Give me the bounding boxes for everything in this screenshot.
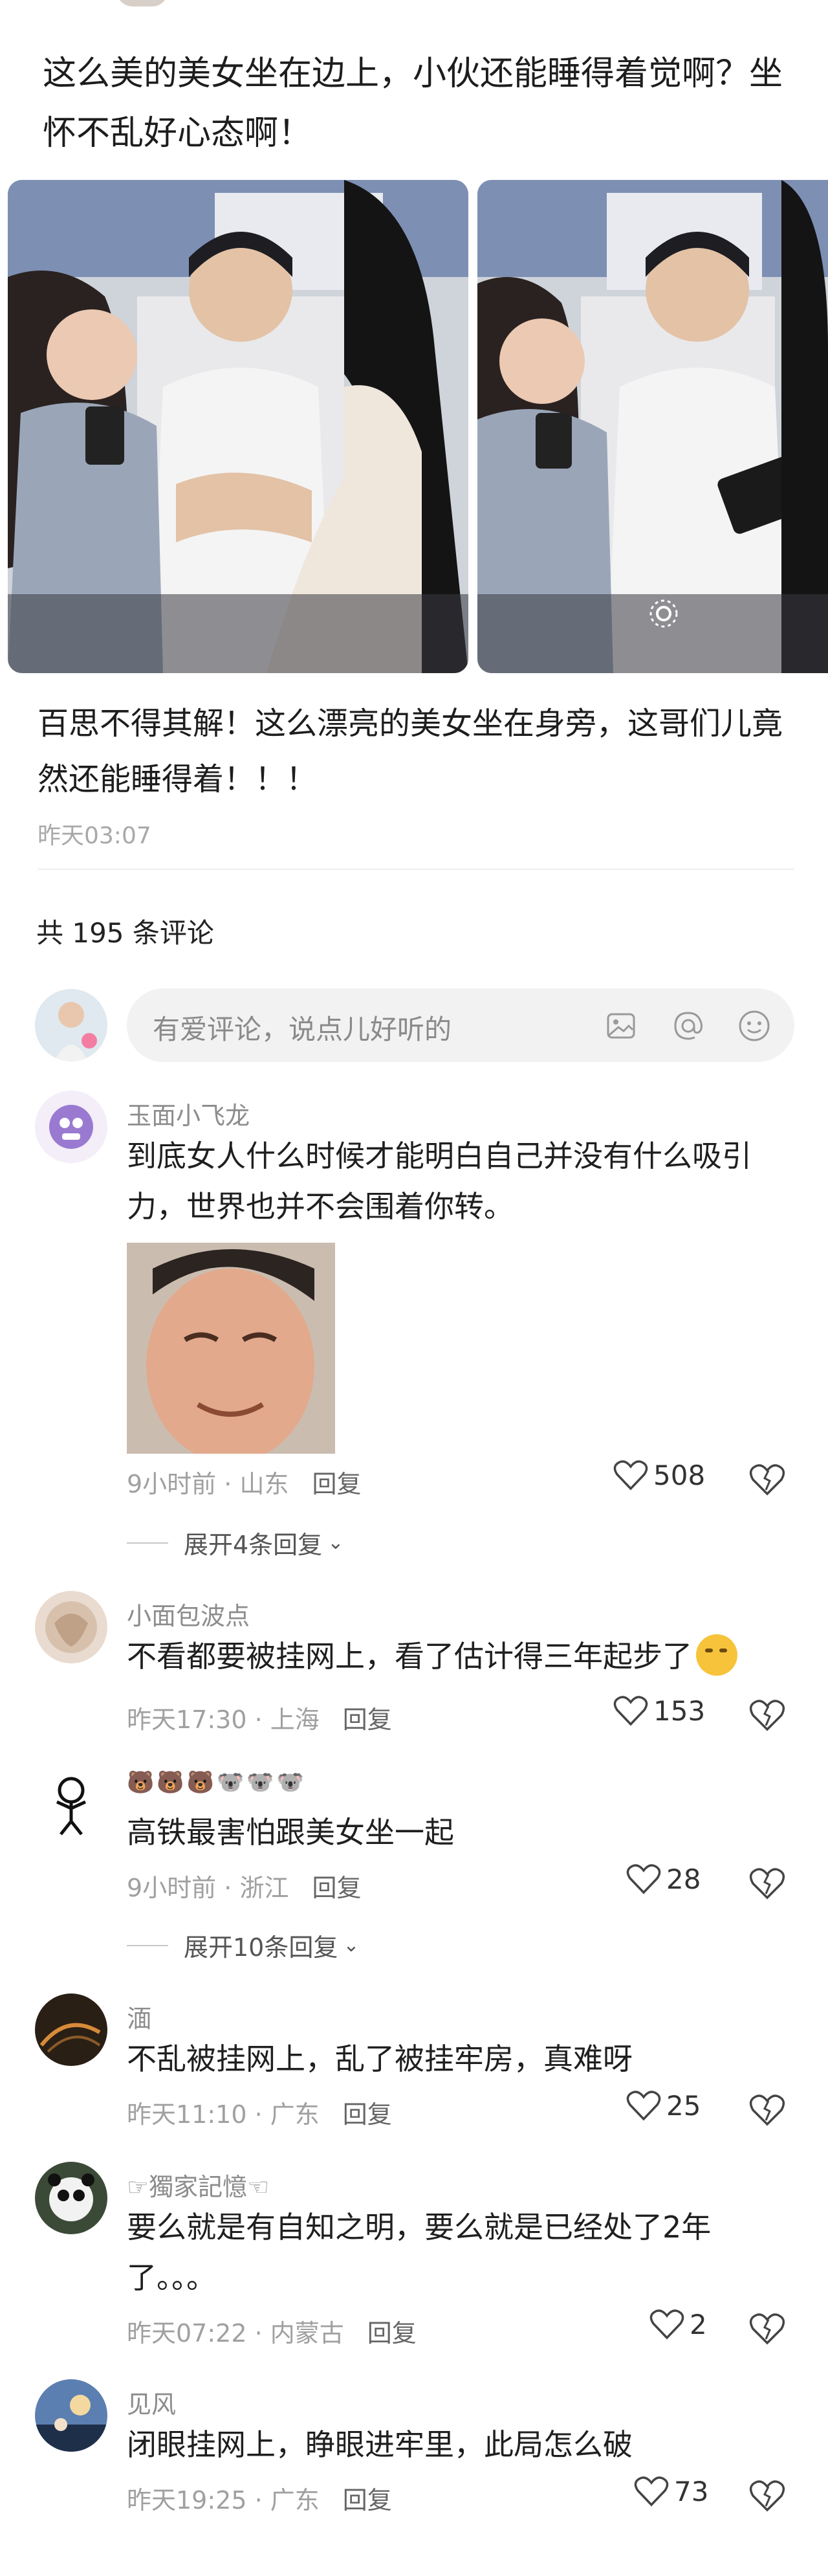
expand-replies[interactable]: 展开10条回复 ⌄ bbox=[127, 1927, 360, 1963]
commenter-avatar[interactable] bbox=[35, 2162, 107, 2234]
current-user-avatar[interactable] bbox=[35, 989, 107, 1061]
heart-icon bbox=[613, 1696, 648, 1726]
comment-location: 内蒙古 bbox=[270, 2319, 344, 2348]
comment-time: 昨天17:30 bbox=[127, 1705, 247, 1734]
divider bbox=[38, 869, 794, 870]
chevron-down-icon: ⌄ bbox=[343, 1934, 360, 1957]
like-button[interactable]: 73 bbox=[634, 2475, 708, 2507]
comment-meta: 9小时前 · 山东 回复 bbox=[127, 1470, 362, 1498]
comment-location: 上海 bbox=[270, 1705, 320, 1734]
commenter-name[interactable]: 见风 bbox=[127, 2384, 176, 2420]
comment-meta: 昨天11:10 · 广东 回复 bbox=[127, 2100, 392, 2129]
commenter-name[interactable]: 湎 bbox=[127, 1999, 151, 2034]
post-title: 这么美的美女坐在边上，小伙还能睡得着觉啊？坐怀不乱好心态啊！ bbox=[43, 54, 783, 153]
dislike-icon[interactable] bbox=[749, 2478, 785, 2514]
commenter-avatar[interactable] bbox=[35, 2379, 107, 2452]
comment-meta: 昨天19:25 · 广东 回复 bbox=[127, 2486, 392, 2515]
like-button[interactable]: 28 bbox=[626, 1863, 701, 1895]
comment-location: 浙江 bbox=[239, 1874, 289, 1902]
commenter-avatar[interactable] bbox=[35, 1591, 107, 1663]
comment-time: 9小时前 bbox=[127, 1874, 217, 1902]
comment-meta: 昨天07:22 · 内蒙古 回复 bbox=[127, 2319, 417, 2348]
comment-time: 昨天07:22 bbox=[127, 2319, 247, 2348]
comment-time: 昨天19:25 bbox=[127, 2486, 247, 2515]
comment-text: 要么就是有自知之明，要么就是已经处了2年了。。。 bbox=[127, 2210, 712, 2295]
comment-text: 高铁最害怕跟美女坐一起 bbox=[127, 1815, 454, 1850]
comment-meta: 昨天17:30 · 上海 回复 bbox=[127, 1705, 392, 1734]
heart-icon bbox=[626, 1864, 661, 1894]
commenter-avatar[interactable] bbox=[35, 1767, 107, 1839]
reply-button[interactable]: 回复 bbox=[367, 2319, 417, 2348]
comment-text-content: 不看都要被挂网上，看了估计得三年起步了 bbox=[127, 1639, 692, 1674]
reply-button[interactable]: 回复 bbox=[312, 1470, 361, 1498]
comment-text: 闭眼挂网上，睁眼进牢里，此局怎么破 bbox=[127, 2427, 633, 2462]
post-body: 百思不得其解！这么漂亮的美女坐在身旁，这哥们儿竟然还能睡得着！！！ bbox=[38, 705, 783, 797]
comment-image[interactable] bbox=[127, 1243, 335, 1454]
like-count: 73 bbox=[674, 2475, 709, 2507]
expand-replies-label: 展开10条回复 bbox=[184, 1933, 338, 1962]
expand-line bbox=[127, 1944, 168, 1946]
image-icon[interactable] bbox=[603, 1008, 639, 1044]
dislike-icon[interactable] bbox=[749, 1865, 785, 1902]
live-photo-icon[interactable] bbox=[647, 597, 681, 630]
comment-count: 共 195 条评论 bbox=[36, 917, 214, 949]
like-count: 25 bbox=[666, 2089, 701, 2122]
like-button[interactable]: 153 bbox=[613, 1694, 705, 1727]
comment-time: 昨天11:10 bbox=[127, 2100, 247, 2129]
heart-icon bbox=[626, 2091, 661, 2121]
dislike-icon[interactable] bbox=[749, 2092, 785, 2128]
reply-button[interactable]: 回复 bbox=[343, 1705, 392, 1734]
comment-text: 不乱被挂网上，乱了被挂牢房，真难呀 bbox=[127, 2041, 633, 2076]
commenter-name[interactable]: 🐻🐻🐻🐨🐨🐨 bbox=[127, 1770, 307, 1795]
at-icon[interactable] bbox=[670, 1008, 706, 1044]
comment-input-placeholder: 有爱评论，说点儿好听的 bbox=[153, 1014, 452, 1045]
like-button[interactable]: 2 bbox=[649, 2308, 707, 2340]
like-button[interactable]: 508 bbox=[613, 1459, 705, 1491]
post-timestamp: 昨天03:07 bbox=[38, 823, 151, 849]
dislike-icon[interactable] bbox=[749, 1697, 785, 1733]
like-count: 28 bbox=[666, 1863, 701, 1895]
like-button[interactable]: 25 bbox=[626, 2089, 701, 2122]
like-count: 2 bbox=[690, 2308, 707, 2340]
post-photo-1[interactable] bbox=[8, 180, 468, 673]
comment-text: 不看都要被挂网上，看了估计得三年起步了 bbox=[127, 1631, 800, 1682]
comment-input[interactable]: 有爱评论，说点儿好听的 bbox=[127, 988, 794, 1062]
reply-button[interactable]: 回复 bbox=[343, 2486, 392, 2515]
commenter-avatar[interactable] bbox=[35, 1993, 107, 2066]
heart-icon bbox=[634, 2476, 669, 2507]
comment-time: 9小时前 bbox=[127, 1470, 217, 1498]
comment-text: 到底女人什么时候才能明白自己并没有什么吸引力，世界也并不会围着你转。 bbox=[127, 1138, 752, 1224]
commenter-name[interactable]: 小面包波点 bbox=[127, 1596, 250, 1632]
commenter-avatar[interactable] bbox=[35, 1091, 107, 1163]
chevron-down-icon: ⌄ bbox=[327, 1531, 344, 1554]
emoji-icon[interactable] bbox=[736, 1008, 772, 1044]
expand-replies-label: 展开4条回复 bbox=[184, 1531, 323, 1559]
comment-meta: 9小时前 · 浙江 回复 bbox=[127, 1874, 362, 1902]
reply-button[interactable]: 回复 bbox=[343, 2100, 392, 2129]
expand-replies[interactable]: 展开4条回复 ⌄ bbox=[127, 1525, 343, 1560]
commenter-name[interactable]: 玉面小飞龙 bbox=[127, 1096, 250, 1131]
heart-icon bbox=[613, 1460, 648, 1491]
pouting-emoji-icon bbox=[696, 1634, 737, 1676]
like-count: 508 bbox=[653, 1459, 706, 1491]
comment-location: 广东 bbox=[270, 2100, 320, 2129]
dislike-icon[interactable] bbox=[749, 1461, 785, 1498]
commenter-name[interactable]: ☞獨家記憶☜ bbox=[127, 2167, 269, 2203]
expand-line bbox=[127, 1542, 168, 1544]
heart-icon bbox=[649, 2309, 684, 2340]
reply-button[interactable]: 回复 bbox=[312, 1874, 361, 1902]
like-count: 153 bbox=[653, 1694, 706, 1727]
dislike-icon[interactable] bbox=[749, 2311, 785, 2347]
author-avatar[interactable] bbox=[116, 0, 168, 6]
comment-location: 山东 bbox=[239, 1470, 289, 1498]
comment-location: 广东 bbox=[270, 2486, 320, 2515]
